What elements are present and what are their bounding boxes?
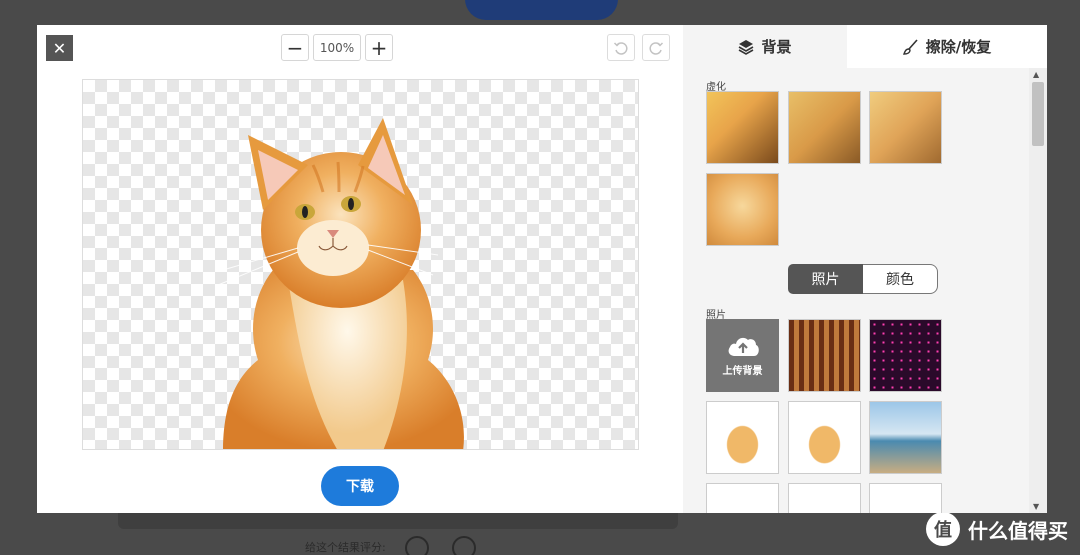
zoom-out-button[interactable]: − [281, 34, 309, 61]
undo-button[interactable] [607, 34, 635, 61]
redo-icon [649, 41, 664, 55]
cat-cutout-image [217, 118, 464, 449]
blur-option[interactable] [706, 173, 779, 246]
cloud-upload-icon [728, 337, 759, 356]
undo-icon [613, 41, 628, 55]
background-photo[interactable] [706, 483, 779, 513]
brush-icon [902, 38, 918, 55]
background-photo[interactable] [788, 401, 861, 474]
background-photo[interactable] [706, 401, 779, 474]
tab-erase-restore-label: 擦除/恢复 [925, 38, 992, 56]
scroll-up-icon[interactable]: ▲ [1033, 70, 1039, 79]
page-primary-button [465, 0, 618, 20]
panel-scrollbar[interactable]: ▲ ▼ [1029, 68, 1047, 513]
download-button[interactable]: 下载 [321, 466, 399, 506]
background-photo[interactable] [788, 483, 861, 513]
rating-face-icon [405, 536, 429, 555]
layers-icon [739, 39, 754, 55]
panel-tabs: 背景 擦除/恢复 [683, 25, 1047, 68]
background-photo[interactable] [788, 319, 861, 392]
watermark: 值 什么值得买 [926, 512, 1068, 546]
watermark-text: 什么值得买 [968, 518, 1068, 543]
blur-option[interactable] [706, 91, 779, 164]
segment-photo[interactable]: 照片 [788, 264, 863, 294]
tab-erase-restore[interactable]: 擦除/恢复 [847, 25, 1047, 68]
zoom-in-button[interactable]: + [365, 34, 393, 61]
upload-background-button[interactable]: 上传背景 [706, 319, 779, 392]
close-button[interactable]: ✕ [46, 35, 73, 61]
upload-background-label: 上传背景 [722, 366, 763, 377]
segment-color[interactable]: 颜色 [863, 264, 938, 294]
tab-background[interactable]: 背景 [683, 25, 847, 68]
scrollbar-thumb[interactable] [1032, 82, 1044, 146]
blur-option[interactable] [869, 91, 942, 164]
background-editor-modal: ✕ − 100% + 下载 背景 擦除/恢复 虚化 照片 颜色 照片 上传背景 … [37, 25, 1047, 513]
rating-face-icon [452, 536, 476, 555]
editor-area: ✕ − 100% + 下载 [37, 25, 683, 513]
tab-background-label: 背景 [761, 38, 792, 56]
rating-prompt: 给这个结果评分: [305, 541, 386, 554]
background-options: 虚化 照片 颜色 照片 上传背景 [683, 68, 1029, 513]
background-photo[interactable] [869, 319, 942, 392]
background-photo[interactable] [869, 401, 942, 474]
background-photo[interactable] [869, 483, 942, 513]
redo-button[interactable] [642, 34, 670, 61]
side-panel: 背景 擦除/恢复 虚化 照片 颜色 照片 上传背景 ▲ ▼ [683, 25, 1047, 513]
zoom-level: 100% [313, 34, 361, 61]
scroll-down-icon[interactable]: ▼ [1033, 502, 1039, 511]
blur-option[interactable] [788, 91, 861, 164]
zoom-controls: − 100% + [281, 34, 393, 61]
photo-color-toggle: 照片 颜色 [788, 264, 938, 294]
watermark-logo: 值 [926, 512, 960, 546]
image-canvas[interactable] [82, 79, 639, 450]
